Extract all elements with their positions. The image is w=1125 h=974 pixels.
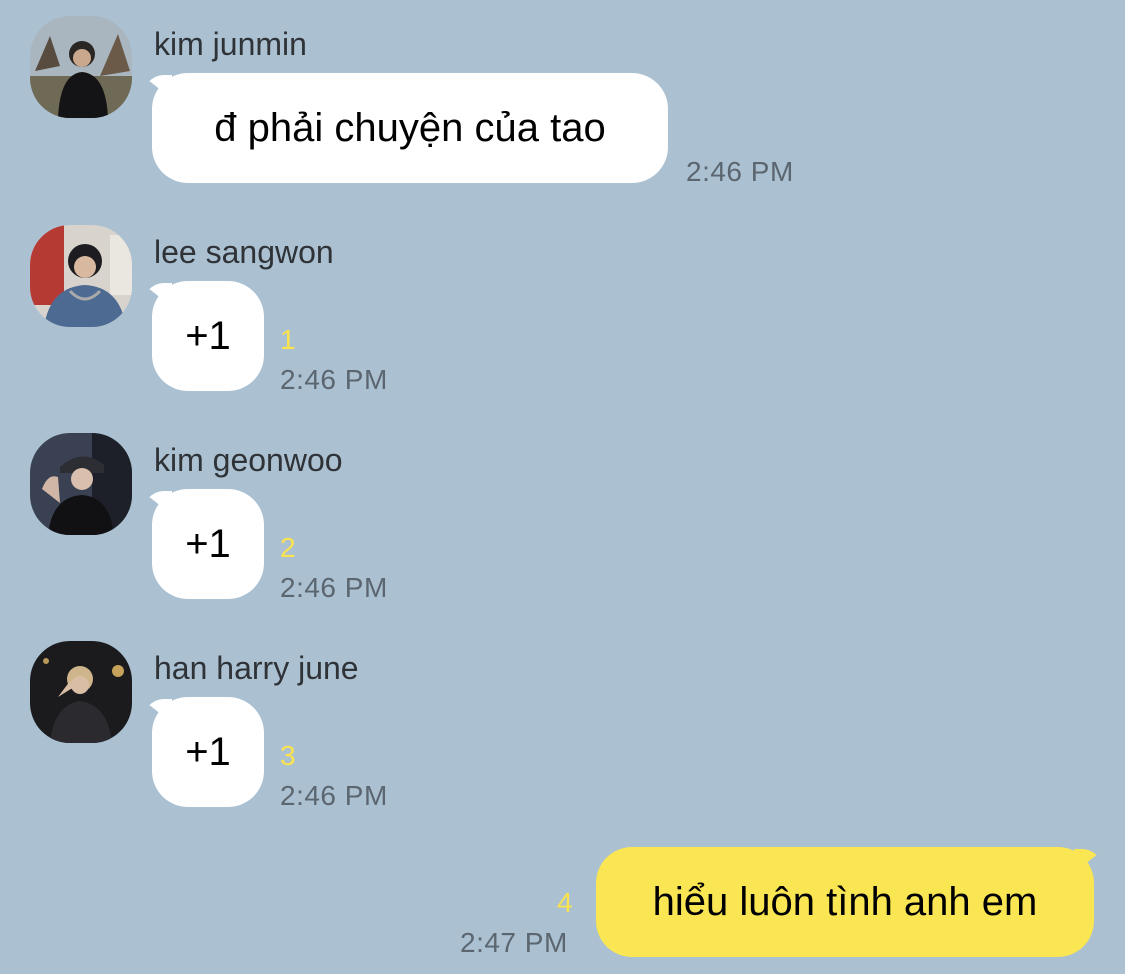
unread-count: 4 bbox=[557, 887, 573, 918]
message-bubble[interactable]: +1 bbox=[152, 697, 264, 807]
profile-photo-icon bbox=[30, 433, 132, 535]
message-time: 2:47 PM bbox=[460, 927, 568, 958]
unread-count: 1 bbox=[280, 324, 296, 355]
profile-photo-icon bbox=[30, 641, 132, 743]
unread-count: 3 bbox=[280, 740, 296, 771]
avatar-kim-geonwoo[interactable] bbox=[30, 433, 132, 535]
message-time: 2:46 PM bbox=[280, 572, 388, 603]
message-time: 2:46 PM bbox=[280, 780, 388, 811]
message-time: 2:46 PM bbox=[686, 156, 794, 187]
message-bubble[interactable]: +1 bbox=[152, 489, 264, 599]
sender-name: kim geonwoo bbox=[154, 442, 343, 478]
avatar-lee-sangwon[interactable] bbox=[30, 225, 132, 327]
message-bubble[interactable]: đ phải chuyện của tao bbox=[152, 73, 668, 183]
avatar-kim-junmin[interactable] bbox=[30, 16, 132, 118]
avatar-han-harry-june[interactable] bbox=[30, 641, 132, 743]
message-bubble[interactable]: +1 bbox=[152, 281, 264, 391]
outgoing-message-bubble[interactable]: hiểu luôn tình anh em bbox=[596, 847, 1094, 957]
profile-photo-icon bbox=[30, 16, 132, 118]
profile-photo-icon bbox=[30, 225, 132, 327]
message-time: 2:46 PM bbox=[280, 364, 388, 395]
sender-name: kim junmin bbox=[154, 26, 307, 62]
unread-count: 2 bbox=[280, 532, 296, 563]
sender-name: lee sangwon bbox=[154, 234, 334, 270]
sender-name: han harry june bbox=[154, 650, 359, 686]
